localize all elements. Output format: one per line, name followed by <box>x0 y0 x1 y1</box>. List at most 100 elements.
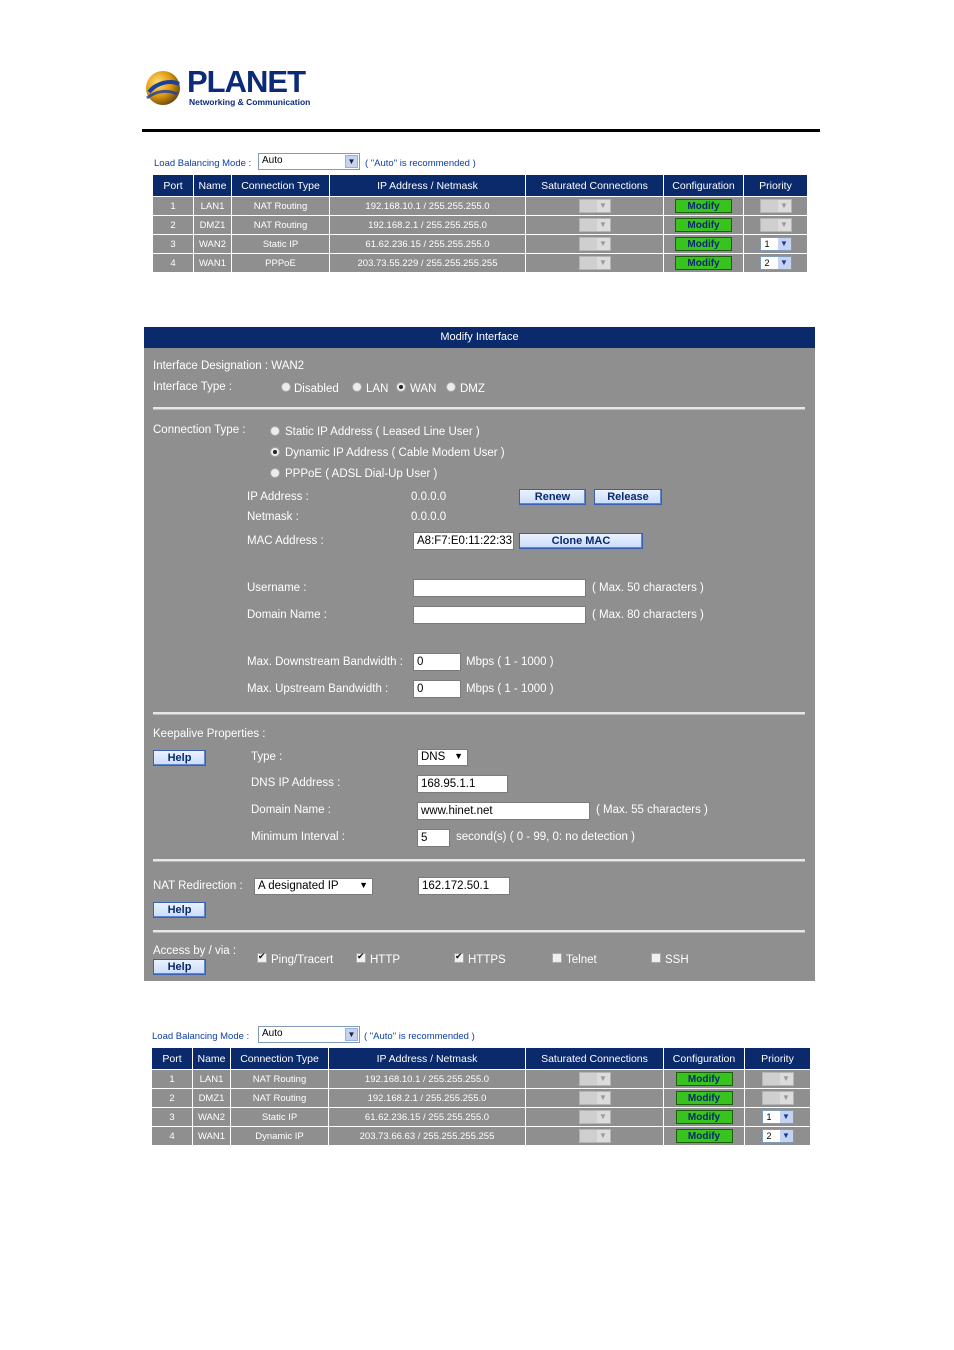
ka-domain-label: Domain Name : <box>251 804 331 816</box>
username-note: ( Max. 50 characters ) <box>592 582 704 594</box>
netmask-label: Netmask : <box>247 511 299 523</box>
ip-address-value: 0.0.0.0 <box>411 491 447 503</box>
priority-select[interactable]: 1 ▼ <box>761 1110 794 1124</box>
priority-select[interactable]: ▼ <box>761 1091 794 1105</box>
mac-address-input[interactable]: A8:F7:E0:11:22:33 <box>413 532 514 550</box>
table-row: 3 WAN2 Static IP 61.62.236.15 / 255.255.… <box>151 1107 811 1127</box>
modify-button[interactable]: Modify <box>675 1091 733 1105</box>
port-table-bottom: Port Name Connection Type IP Address / N… <box>151 1047 811 1146</box>
release-button[interactable]: Release <box>594 489 662 505</box>
domain-name-input[interactable] <box>413 606 586 624</box>
name-cell: DMZ1 <box>193 215 232 235</box>
port-cell: 1 <box>151 1069 193 1089</box>
checkbox-ping[interactable] <box>257 951 267 963</box>
upstream-input[interactable]: 0 <box>413 680 461 698</box>
divider <box>153 930 805 933</box>
name-cell: WAN1 <box>193 253 232 273</box>
globe-icon <box>146 71 180 105</box>
port-cell: 4 <box>151 1126 193 1146</box>
port-cell: 3 <box>152 234 194 254</box>
nat-redirection-select[interactable]: A designated IP ▼ <box>254 878 373 895</box>
chevron-down-icon: ▼ <box>596 219 610 231</box>
modify-button[interactable]: Modify <box>675 1110 733 1124</box>
domain-name-note: ( Max. 80 characters ) <box>592 609 704 621</box>
downstream-input[interactable]: 0 <box>413 653 461 671</box>
priority-select[interactable]: ▼ <box>759 199 792 213</box>
type-cell: NAT Routing <box>230 1088 329 1108</box>
connection-type-label: Connection Type : <box>153 424 246 436</box>
ka-dns-input[interactable]: 168.95.1.1 <box>417 775 508 793</box>
ka-domain-input[interactable]: www.hinet.net <box>417 802 590 820</box>
modify-button[interactable]: Modify <box>675 199 732 213</box>
radio-static-ip[interactable] <box>270 426 280 436</box>
port-cell: 4 <box>152 253 194 273</box>
modify-button[interactable]: Modify <box>675 218 732 232</box>
renew-button[interactable]: Renew <box>519 489 586 505</box>
col-configuration: Configuration <box>663 174 744 197</box>
col-name: Name <box>192 1047 231 1070</box>
modify-button[interactable]: Modify <box>675 1072 733 1086</box>
radio-wan[interactable] <box>396 382 406 392</box>
interface-type-label: Interface Type : <box>153 381 233 393</box>
load-balancing-select[interactable]: Auto ▼ <box>258 153 360 170</box>
keepalive-help-button[interactable]: Help <box>153 750 206 766</box>
table-row: 1 LAN1 NAT Routing 192.168.10.1 / 255.25… <box>151 1069 811 1089</box>
nat-ip-input[interactable]: 162.172.50.1 <box>418 877 510 895</box>
modify-button[interactable]: Modify <box>675 237 732 251</box>
checkbox-ssh[interactable] <box>651 953 661 963</box>
port-cell: 3 <box>151 1107 193 1127</box>
saturated-select[interactable]: ▼ <box>578 256 611 270</box>
name-cell: WAN2 <box>192 1107 231 1127</box>
access-help-button[interactable]: Help <box>153 959 206 975</box>
radio-dmz[interactable] <box>446 382 456 392</box>
priority-select[interactable]: 1 ▼ <box>759 237 792 251</box>
saturated-select[interactable]: ▼ <box>578 237 611 251</box>
chevron-down-icon: ▼ <box>777 257 791 269</box>
saturated-select[interactable]: ▼ <box>578 199 611 213</box>
checkbox-http[interactable] <box>356 951 366 963</box>
priority-select[interactable]: ▼ <box>761 1072 794 1086</box>
radio-disabled[interactable] <box>281 382 291 392</box>
radio-lan[interactable] <box>352 382 362 392</box>
priority-select[interactable]: ▼ <box>759 218 792 232</box>
priority-select[interactable]: 2 ▼ <box>759 256 792 270</box>
option-static-ip: Static IP Address ( Leased Line User ) <box>285 426 480 438</box>
modify-button[interactable]: Modify <box>675 1129 733 1143</box>
modify-button[interactable]: Modify <box>675 256 732 270</box>
table-row: 2 DMZ1 NAT Routing 192.168.2.1 / 255.255… <box>152 215 808 235</box>
nat-redirection-label: NAT Redirection : <box>153 880 243 892</box>
type-cell: Static IP <box>231 234 330 254</box>
ka-interval-input[interactable]: 5 <box>417 829 450 847</box>
checkbox-telnet[interactable] <box>552 953 562 963</box>
radio-dynamic-ip[interactable] <box>270 447 280 457</box>
brand-tagline: Networking & Communication <box>189 97 311 107</box>
table-row: 2 DMZ1 NAT Routing 192.168.2.1 / 255.255… <box>151 1088 811 1108</box>
saturated-select[interactable]: ▼ <box>578 218 611 232</box>
port-cell: 2 <box>152 215 194 235</box>
port-table-top: Port Name Connection Type IP Address / N… <box>152 174 808 273</box>
chevron-down-icon: ▼ <box>777 200 791 212</box>
username-input[interactable] <box>413 579 586 597</box>
interface-designation: Interface Designation : WAN2 <box>153 360 305 372</box>
checkbox-https[interactable] <box>454 951 464 963</box>
type-cell: NAT Routing <box>231 196 330 216</box>
ka-domain-note: ( Max. 55 characters ) <box>596 804 708 816</box>
netmask-value: 0.0.0.0 <box>411 511 447 523</box>
header-divider <box>142 129 820 132</box>
option-lan: LAN <box>366 383 389 395</box>
clone-mac-button[interactable]: Clone MAC <box>519 533 643 549</box>
nat-help-button[interactable]: Help <box>153 902 206 918</box>
col-configuration: Configuration <box>663 1047 745 1070</box>
port-cell: 1 <box>152 196 194 216</box>
saturated-select[interactable]: ▼ <box>578 1129 611 1143</box>
priority-select[interactable]: 2 ▼ <box>761 1129 794 1143</box>
saturated-select[interactable]: ▼ <box>578 1110 611 1124</box>
caret-down-icon: ▼ <box>454 751 463 761</box>
ka-type-select[interactable]: DNS ▼ <box>417 749 468 766</box>
saturated-select[interactable]: ▼ <box>578 1091 611 1105</box>
radio-pppoe[interactable] <box>270 468 280 478</box>
load-balancing-select[interactable]: Auto ▼ <box>258 1026 360 1043</box>
saturated-select[interactable]: ▼ <box>578 1072 611 1086</box>
upstream-label: Max. Upstream Bandwidth : <box>247 683 389 695</box>
planet-logo: PLANET Networking & Communication <box>143 66 313 110</box>
